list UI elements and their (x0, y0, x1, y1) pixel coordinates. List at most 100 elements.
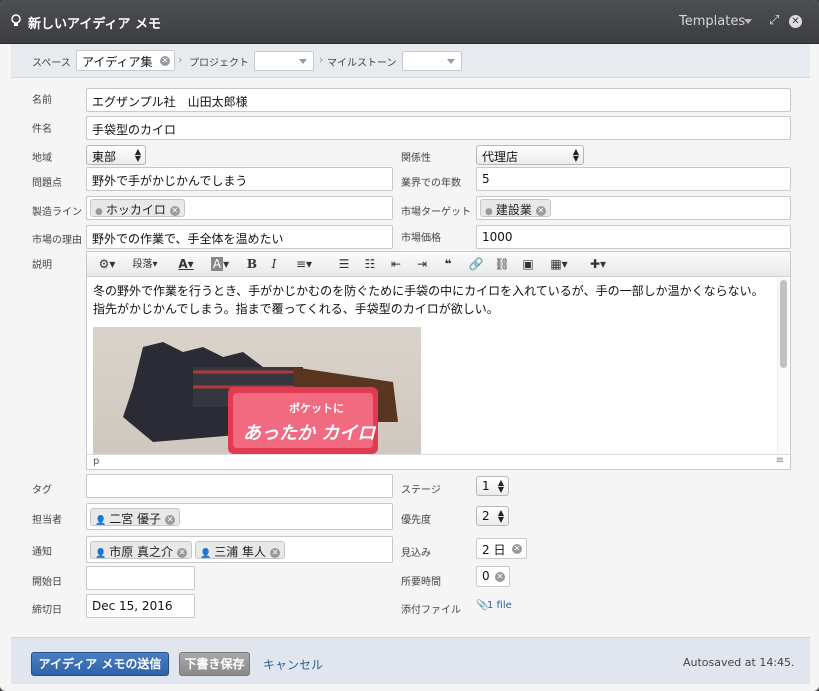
dialog-title: 新しいアイディア メモ (28, 17, 161, 32)
attachments-label: 添付ファイル (401, 605, 461, 616)
region-label: 地域 (32, 153, 52, 164)
indent-icon[interactable]: ⇥ (413, 255, 431, 274)
years-field[interactable]: 5 (476, 167, 791, 191)
editor-content[interactable]: 冬の野外で作業を行うとき、手がかじかむのを防ぐために手袋の中にカイロを入れている… (93, 282, 768, 318)
separator-icon: › (178, 53, 183, 66)
product-line-tag-label: ホッカイロ (105, 203, 166, 217)
product-line-label: 製造ライン (32, 207, 82, 218)
package-text-main: あったか カイロ (243, 423, 376, 444)
subject-field[interactable]: 手袋型のカイロ (86, 116, 791, 140)
milestone-dropdown[interactable] (402, 51, 462, 71)
close-icon[interactable]: ✕ (789, 15, 802, 28)
resize-handle-icon[interactable]: ≡ (776, 455, 784, 466)
remove-notify-icon[interactable]: ✕ (177, 548, 188, 558)
notify-field[interactable]: 👤 市原 真之介 ✕ 👤 三浦 隼人 ✕ (86, 536, 393, 563)
subject-label: 件名 (32, 124, 52, 135)
start-date-field[interactable] (86, 566, 195, 590)
settings-gear-icon[interactable]: ⚙▾ (93, 255, 121, 274)
expand-icon[interactable]: ⤢ (769, 13, 779, 28)
assignee-field[interactable]: 👤 二宮 優子 ✕ (86, 503, 393, 530)
market-target-field[interactable]: ● 建設業 ✕ (476, 196, 791, 220)
paragraph-format-button[interactable]: 段落▾ (127, 255, 163, 274)
send-button[interactable]: アイディア メモの送信 (31, 652, 169, 676)
remove-assignee-icon[interactable]: ✕ (165, 515, 176, 525)
notify-tag-label: 市原 真之介 (109, 545, 174, 559)
market-target-label: 市場ターゲット (401, 207, 471, 218)
element-path: p (93, 456, 100, 467)
project-dropdown[interactable] (254, 51, 314, 71)
text-color-icon[interactable]: A▾ (171, 255, 201, 274)
table-icon[interactable]: ▦▾ (545, 255, 573, 274)
estimate-value: 2 日 (482, 543, 506, 557)
assignee-tag-label: 二宮 優子 (109, 512, 162, 526)
plugin-icon[interactable]: ✚▾ (583, 255, 613, 274)
priority-label: 優先度 (401, 515, 431, 526)
name-field[interactable]: エグザンプル社 山田太郎様 (86, 88, 791, 112)
link-icon[interactable]: 🔗 (467, 255, 485, 274)
duration-label: 所要時間 (401, 577, 441, 588)
region-select[interactable]: 東部 ▲ ▼ (86, 145, 146, 165)
name-label: 名前 (32, 95, 52, 106)
space-field[interactable]: アイディア集 ✕ (76, 50, 175, 71)
quote-icon[interactable]: ❝ (439, 255, 457, 274)
space-label: スペース (32, 58, 71, 69)
templates-caret-icon[interactable] (744, 19, 752, 24)
attachments-link[interactable]: 1 file (487, 600, 512, 611)
product-line-field[interactable]: ● ホッカイロ ✕ (86, 196, 393, 220)
stage-label: ステージ (401, 485, 441, 496)
market-reason-label: 市場の理由 (32, 235, 82, 246)
lightbulb-icon (11, 14, 23, 30)
select-arrows-icon: ▲ ▼ (497, 478, 504, 494)
notify-label: 通知 (32, 547, 52, 558)
due-date-label: 締切日 (32, 605, 62, 616)
relation-label: 関係性 (401, 153, 431, 164)
scope-bar: スペース アイディア集 ✕ › プロジェクト › マイルストーン (11, 44, 810, 78)
problem-field[interactable]: 野外で手がかじかんでしまう (86, 167, 393, 191)
remove-notify-icon[interactable]: ✕ (270, 548, 281, 558)
chevron-down-icon (299, 59, 307, 64)
region-value: 東部 (92, 150, 117, 164)
start-date-label: 開始日 (32, 577, 62, 588)
bullet-list-icon[interactable]: ☰ (335, 255, 353, 274)
stage-select[interactable]: 1 ▲ ▼ (476, 476, 509, 496)
bold-icon[interactable]: B (243, 255, 261, 274)
remove-tag-icon[interactable]: ✕ (535, 206, 546, 216)
relation-select[interactable]: 代理店 ▲ ▼ (476, 145, 584, 165)
highlight-color-icon[interactable]: A ▾ (205, 255, 235, 274)
tag-label: タグ (32, 485, 52, 496)
person-icon: 👤 (200, 549, 212, 559)
numbered-list-icon[interactable]: ☷ (361, 255, 379, 274)
cancel-link[interactable]: キャンセル (263, 656, 323, 673)
clear-estimate-icon[interactable]: ✕ (512, 544, 522, 554)
editor-scrollbar[interactable] (777, 278, 789, 454)
market-target-tag: ● 建設業 ✕ (480, 199, 551, 217)
outdent-icon[interactable]: ⇤ (387, 255, 405, 274)
duration-value: 0 (482, 569, 490, 583)
align-icon[interactable]: ≡▾ (291, 255, 317, 274)
image-icon[interactable]: ▣ (519, 255, 537, 274)
tag-field[interactable] (86, 474, 393, 498)
duration-field[interactable]: 0 ✕ (476, 566, 510, 587)
templates-menu[interactable]: Templates (679, 14, 745, 29)
dialog-footer: アイディア メモの送信 下書き保存 キャンセル Autosaved at 14:… (11, 637, 810, 684)
priority-select[interactable]: 2 ▲ ▼ (476, 506, 509, 526)
italic-icon[interactable]: I (265, 255, 283, 274)
unlink-icon[interactable]: ⛓ (493, 255, 511, 274)
clear-duration-icon[interactable]: ✕ (495, 572, 505, 582)
milestone-label: マイルストーン (327, 58, 397, 69)
editor-scroll-thumb[interactable] (780, 280, 787, 368)
space-clear-icon[interactable]: ✕ (160, 56, 170, 66)
paragraph-format-label: 段落 (132, 259, 153, 270)
notify-tag: 👤 市原 真之介 ✕ (90, 541, 193, 559)
due-date-field[interactable]: Dec 15, 2016 (86, 594, 195, 618)
notify-tag: 👤 三浦 隼人 ✕ (195, 541, 286, 559)
save-draft-button[interactable]: 下書き保存 (179, 652, 250, 676)
description-editor[interactable]: ⚙▾ 段落▾ A▾ A ▾ B I ≡▾ ☰ ☷ ⇤ ⇥ ❝ 🔗 ⛓ ▣ ▦▾ ✚… (86, 251, 791, 470)
market-reason-field[interactable]: 野外での作業で、手全体を温めたい (86, 225, 393, 249)
description-label: 説明 (32, 260, 52, 271)
select-arrows-icon: ▲ ▼ (134, 147, 141, 163)
remove-tag-icon[interactable]: ✕ (169, 206, 180, 216)
market-price-field[interactable]: 1000 (476, 225, 791, 249)
problem-label: 問題点 (32, 178, 62, 189)
estimate-field[interactable]: 2 日 ✕ (476, 538, 527, 559)
